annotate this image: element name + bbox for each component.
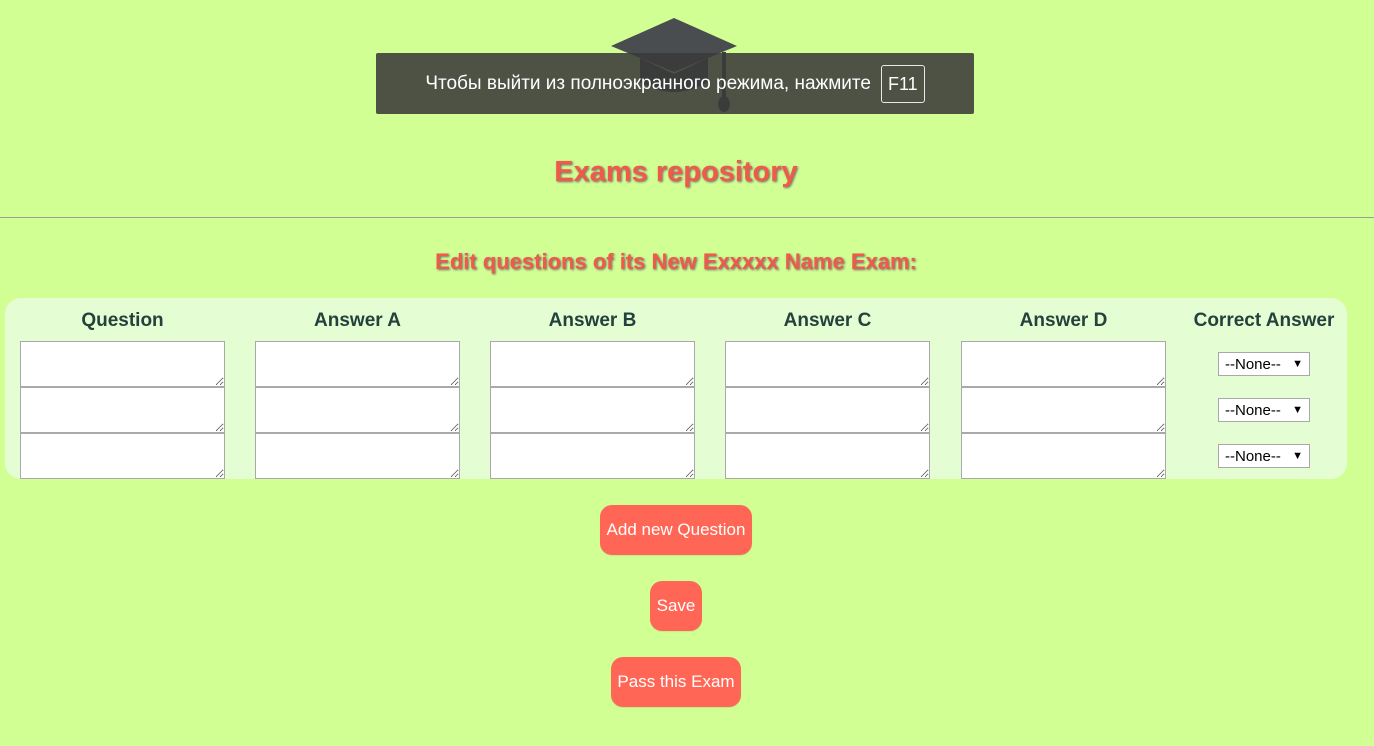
answer-b-input[interactable] [490,387,695,433]
fullscreen-exit-notice: Чтобы выйти из полноэкранного режима, на… [376,53,974,114]
correct-answer-value: --None-- [1225,401,1281,419]
answer-c-input[interactable] [725,387,930,433]
answer-b-input[interactable] [490,341,695,387]
save-button[interactable]: Save [650,581,702,631]
f11-key-badge: F11 [880,64,925,103]
question-input[interactable] [20,341,225,387]
question-input[interactable] [20,387,225,433]
add-question-button[interactable]: Add new Question [600,505,752,555]
answer-d-input[interactable] [961,433,1166,479]
column-header-answer-d: Answer D [1019,310,1108,331]
exam-edit-subtitle: Edit questions of its New Exxxxx Name Ex… [435,249,917,274]
answer-a-input[interactable] [255,433,460,479]
page-title: Exams repository [554,156,798,188]
correct-answer-select[interactable]: --None-- ▼ [1218,398,1310,422]
column-header-answer-b: Answer B [548,310,637,331]
caret-down-icon: ▼ [1292,358,1303,370]
answer-c-input[interactable] [725,433,930,479]
answer-d-input[interactable] [961,341,1166,387]
column-header-answer-a: Answer A [314,310,401,331]
answer-c-input[interactable] [725,341,930,387]
column-header-correct-answer: Correct Answer [1193,310,1335,331]
answer-a-input[interactable] [255,341,460,387]
header-divider [0,217,1374,218]
correct-answer-value: --None-- [1225,447,1281,465]
caret-down-icon: ▼ [1292,450,1303,462]
question-input[interactable] [20,433,225,479]
correct-answer-select[interactable]: --None-- ▼ [1218,444,1310,468]
fullscreen-notice-text: Чтобы выйти из полноэкранного режима, на… [425,72,871,94]
correct-answer-select[interactable]: --None-- ▼ [1218,352,1310,376]
caret-down-icon: ▼ [1292,404,1303,416]
pass-exam-button[interactable]: Pass this Exam [611,657,741,707]
column-header-answer-c: Answer C [783,310,872,331]
column-header-question: Question [81,310,164,331]
answer-b-input[interactable] [490,433,695,479]
correct-answer-value: --None-- [1225,355,1281,373]
answer-d-input[interactable] [961,387,1166,433]
answer-a-input[interactable] [255,387,460,433]
